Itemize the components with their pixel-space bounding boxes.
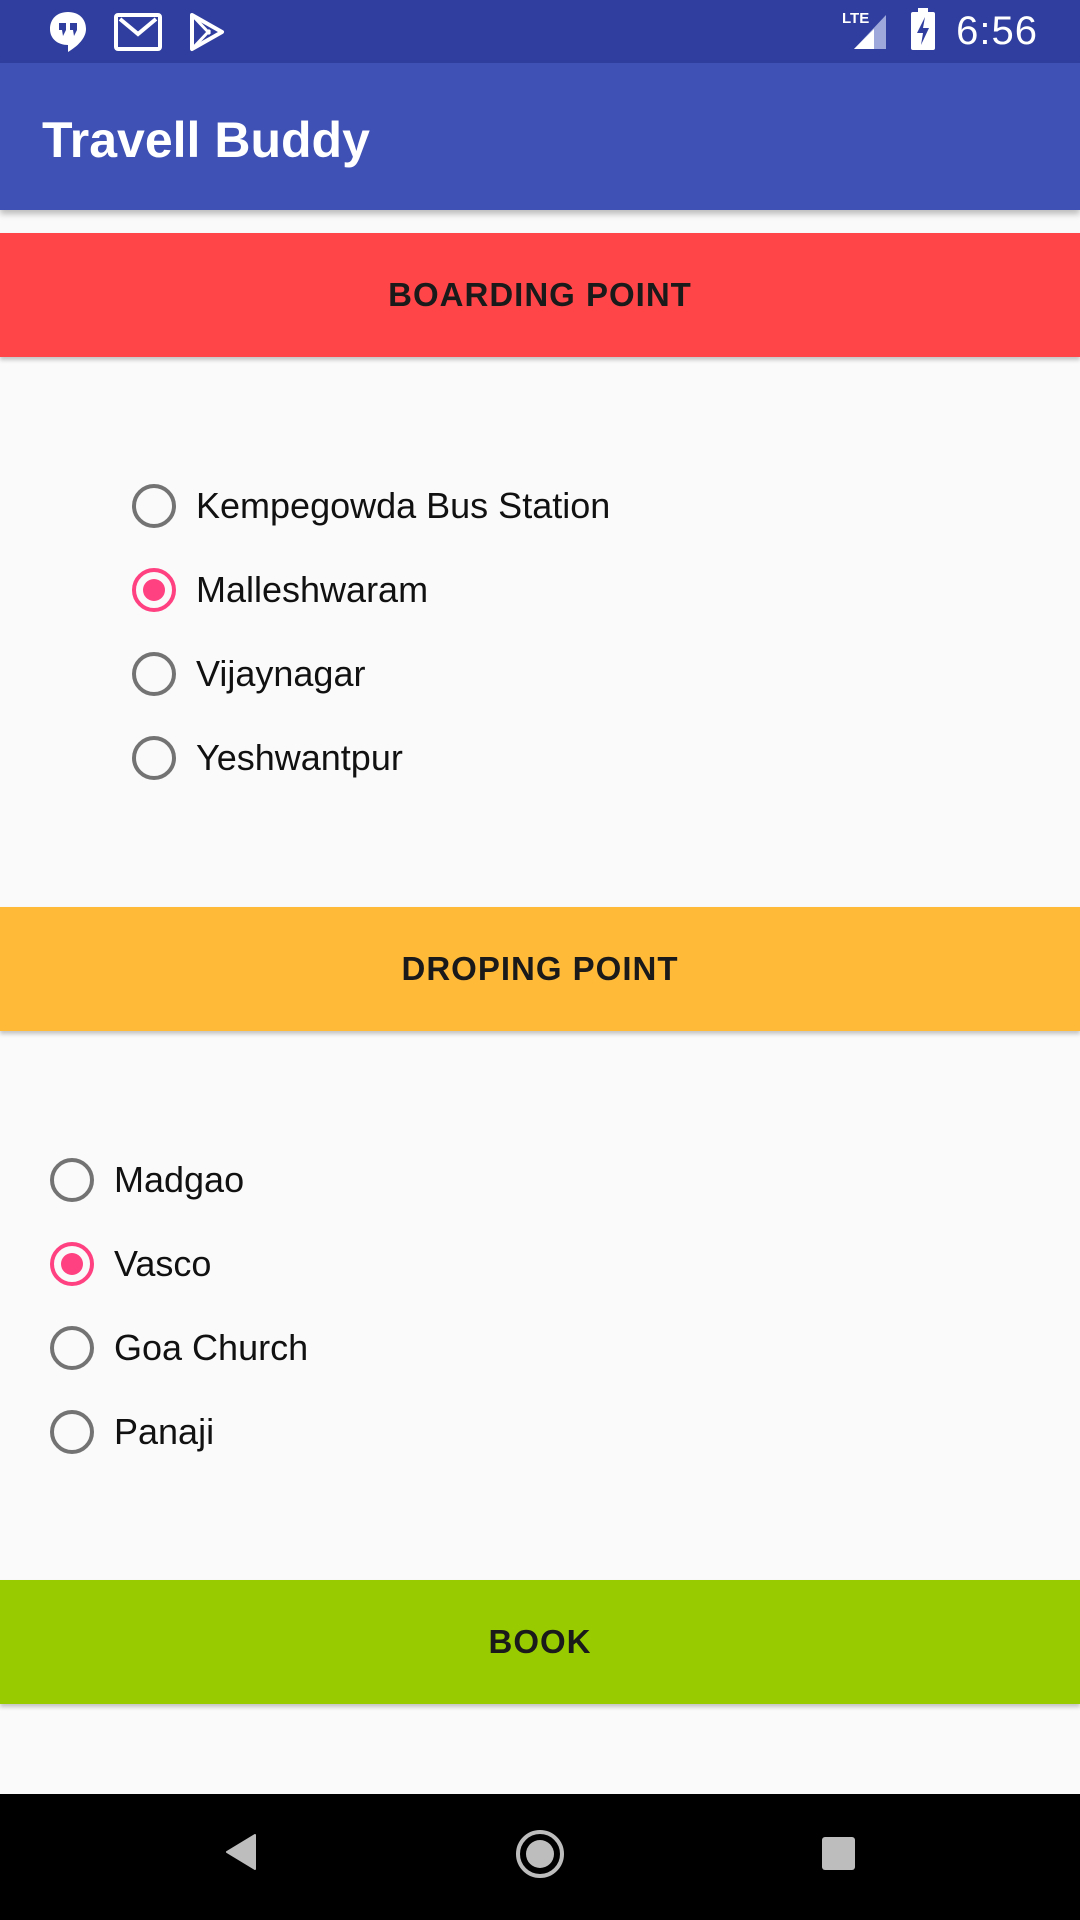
boarding-point-label: BOARDING POINT xyxy=(388,276,692,313)
radio-button[interactable] xyxy=(132,484,176,528)
battery-charging-icon xyxy=(910,7,936,56)
radio-label: Vijaynagar xyxy=(196,653,366,694)
radio-button[interactable] xyxy=(132,736,176,780)
radio-button[interactable] xyxy=(50,1410,94,1454)
boarding-point-button[interactable]: BOARDING POINT xyxy=(0,233,1080,357)
radio-option-droping-2[interactable]: Goa Church xyxy=(46,1306,308,1390)
radio-option-boarding-0[interactable]: Kempegowda Bus Station xyxy=(128,464,610,548)
network-label: LTE xyxy=(842,10,869,27)
radio-option-droping-3[interactable]: Panaji xyxy=(46,1390,308,1474)
radio-label: Vasco xyxy=(114,1243,212,1284)
home-icon[interactable] xyxy=(514,1828,566,1885)
app-title: Travell Buddy xyxy=(42,112,370,168)
radio-option-boarding-1[interactable]: Malleshwaram xyxy=(128,548,610,632)
status-bar: LTE 6:56 xyxy=(0,0,1080,63)
radio-button[interactable] xyxy=(50,1158,94,1202)
lte-signal-icon: LTE xyxy=(840,7,890,56)
radio-button-checked[interactable] xyxy=(132,568,176,612)
screen: LTE 6:56 Travell Buddy BOARDING POINT Ke… xyxy=(0,0,1080,1920)
system-status: LTE 6:56 xyxy=(840,0,1038,63)
radio-button[interactable] xyxy=(132,652,176,696)
book-button[interactable]: BOOK xyxy=(0,1580,1080,1704)
radio-label: Malleshwaram xyxy=(196,569,429,610)
droping-point-label: DROPING POINT xyxy=(401,950,679,987)
radio-label: Madgao xyxy=(114,1159,245,1200)
radio-option-boarding-3[interactable]: Yeshwantpur xyxy=(128,716,610,800)
radio-button[interactable] xyxy=(50,1326,94,1370)
radio-button-checked[interactable] xyxy=(50,1242,94,1286)
boarding-radio-group: Kempegowda Bus Station Malleshwaram Vija… xyxy=(128,464,610,800)
radio-label: Panaji xyxy=(114,1411,215,1452)
hangouts-icon xyxy=(48,10,88,59)
app-bar: Travell Buddy xyxy=(0,63,1080,210)
back-icon[interactable] xyxy=(223,1832,259,1877)
notification-icons xyxy=(48,10,226,59)
play-store-icon xyxy=(188,12,226,57)
book-label: BOOK xyxy=(488,1623,592,1660)
radio-option-boarding-2[interactable]: Vijaynagar xyxy=(128,632,610,716)
droping-radio-group: Madgao Vasco Goa Church Panaji xyxy=(46,1138,308,1474)
navigation-bar xyxy=(0,1794,1080,1920)
recent-apps-icon[interactable] xyxy=(822,1837,855,1870)
gmail-icon xyxy=(114,12,162,57)
radio-label: Goa Church xyxy=(114,1327,309,1368)
droping-point-button[interactable]: DROPING POINT xyxy=(0,907,1080,1031)
radio-label: Kempegowda Bus Station xyxy=(196,485,611,526)
radio-option-droping-1[interactable]: Vasco xyxy=(46,1222,308,1306)
radio-option-droping-0[interactable]: Madgao xyxy=(46,1138,308,1222)
radio-label: Yeshwantpur xyxy=(196,737,403,778)
status-time: 6:56 xyxy=(956,9,1038,53)
